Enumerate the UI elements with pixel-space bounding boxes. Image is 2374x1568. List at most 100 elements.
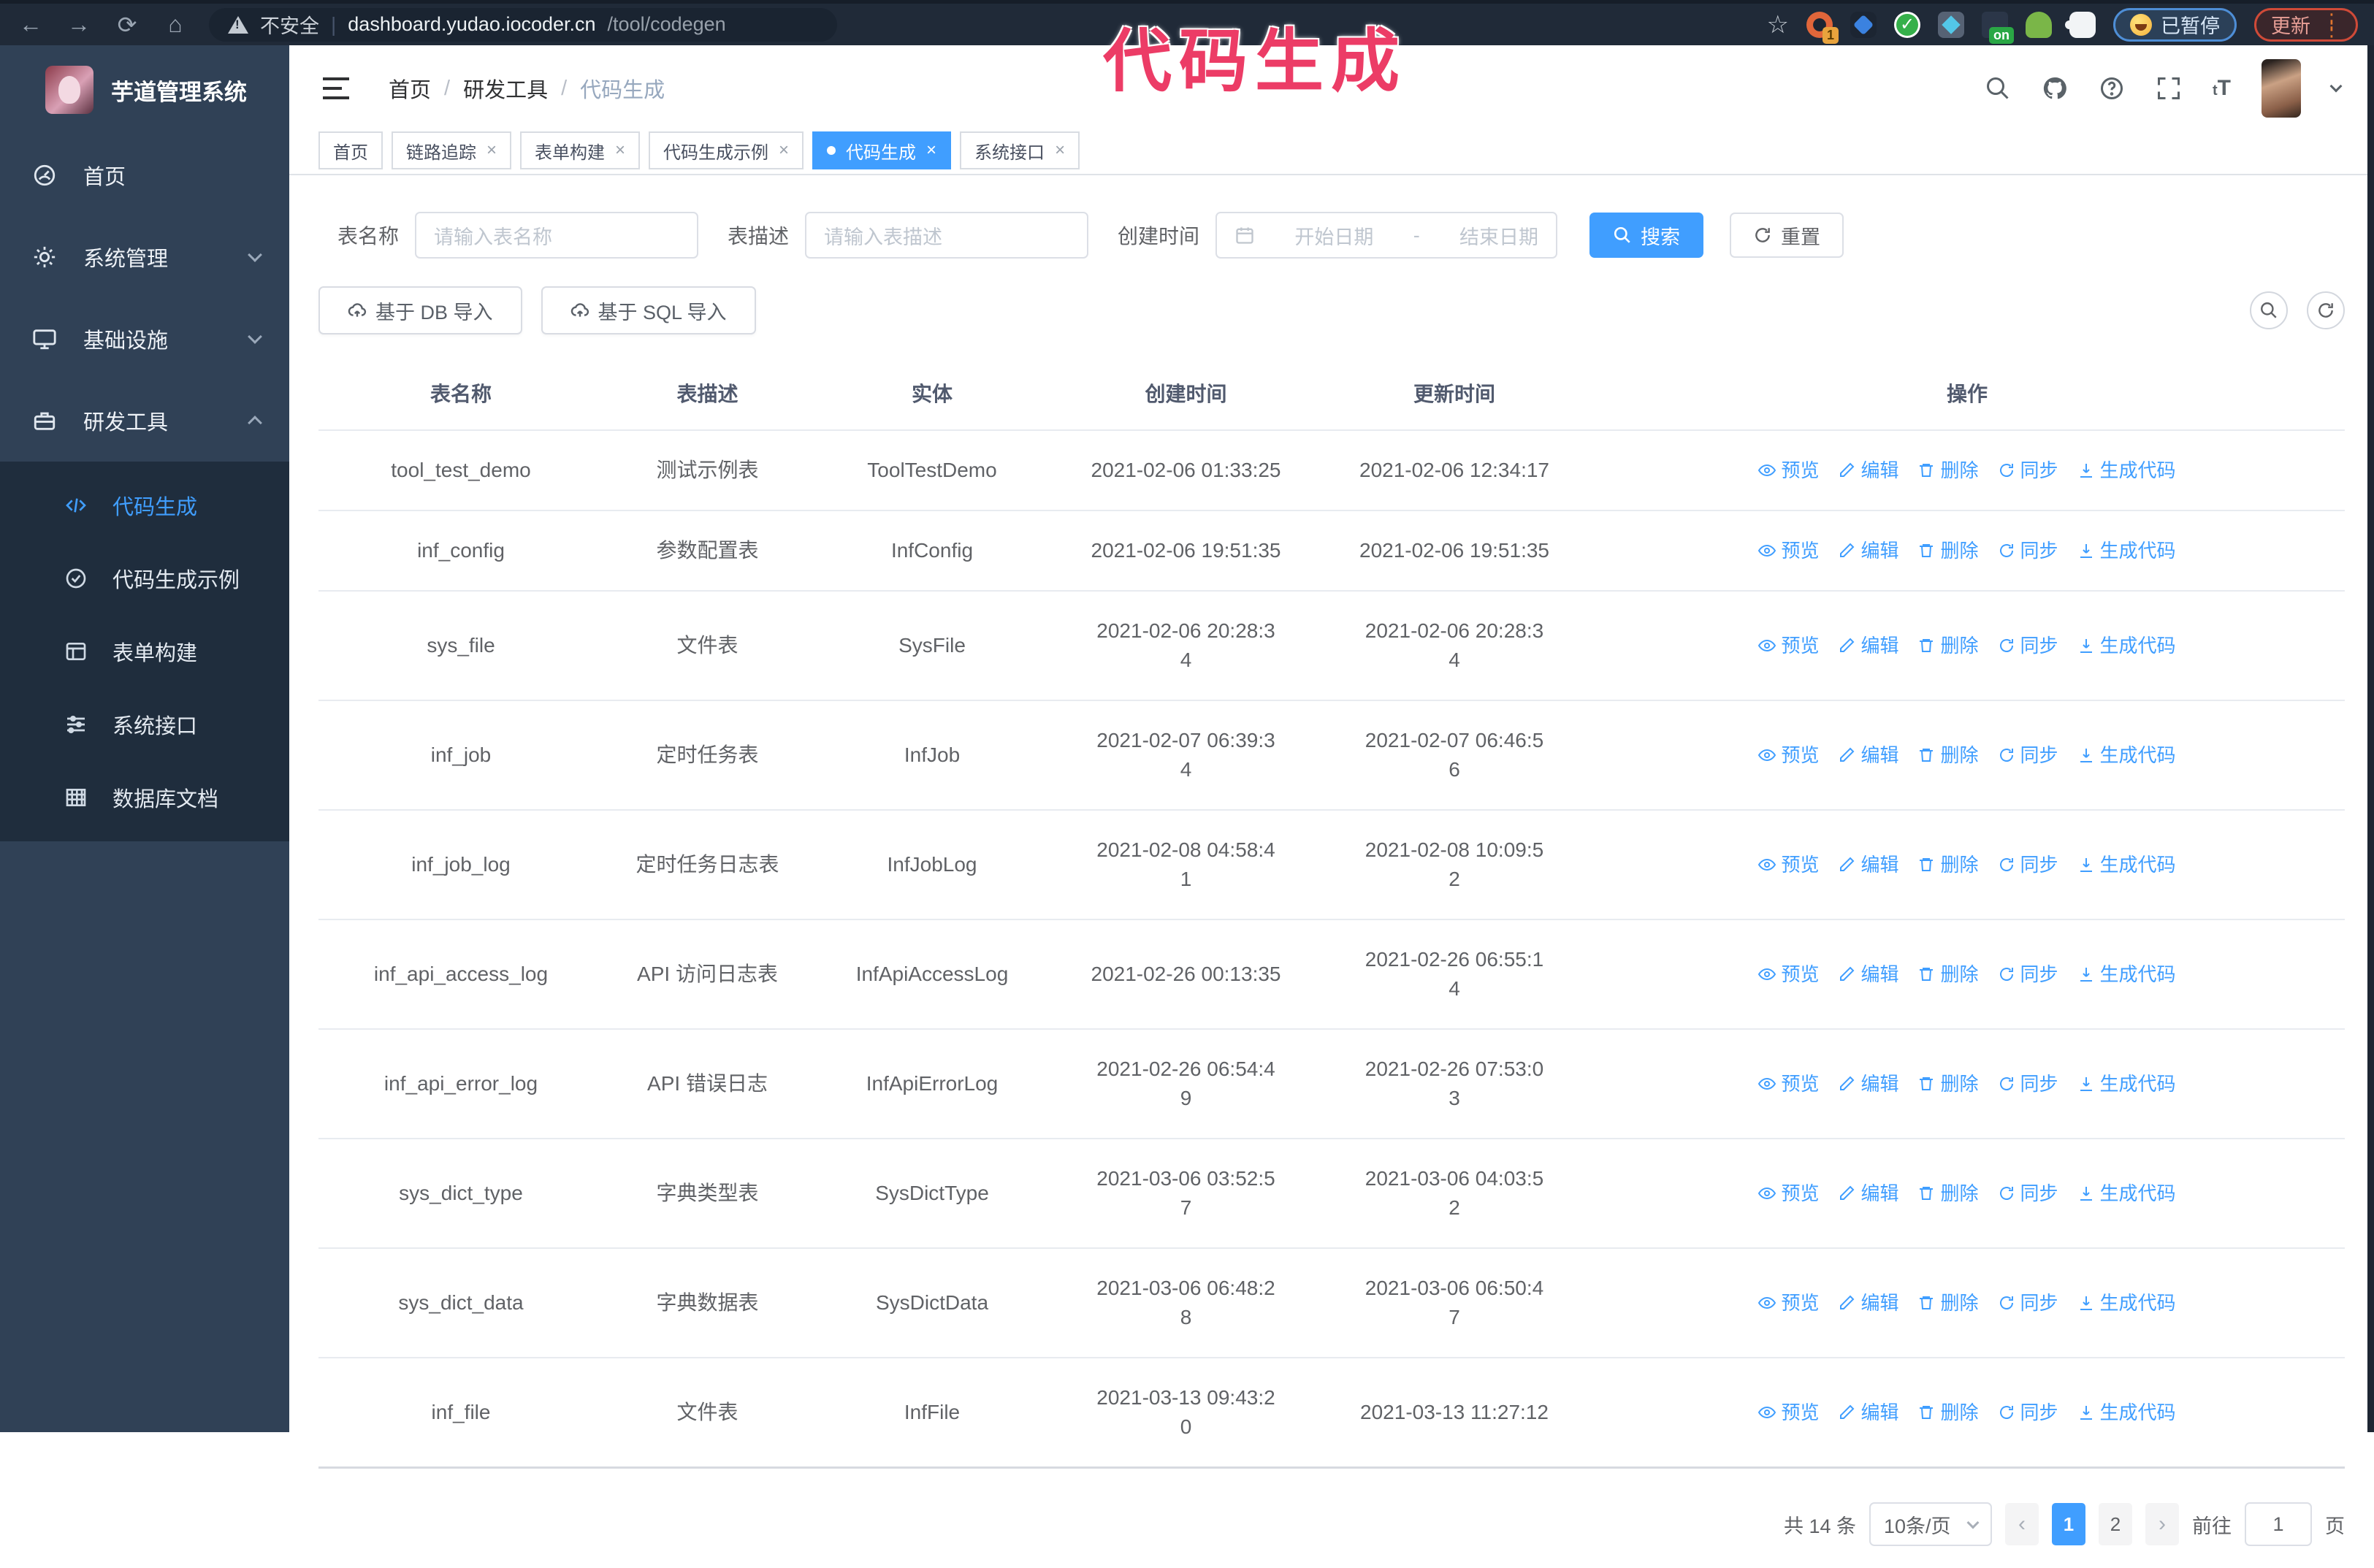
sidebar-item-db-doc[interactable]: 数据库文档 [0,761,289,834]
reset-button[interactable]: 重置 [1730,213,1844,258]
delete-link[interactable]: 删除 [1917,1288,1979,1317]
edit-link[interactable]: 编辑 [1838,1179,1898,1208]
generate-code-link[interactable]: 生成代码 [2077,536,2176,565]
generate-code-link[interactable]: 生成代码 [2077,1179,2176,1208]
delete-link[interactable]: 删除 [1917,1069,1979,1098]
import-sql-button[interactable]: 基于 SQL 导入 [541,286,756,334]
generate-code-link[interactable]: 生成代码 [2077,741,2176,770]
kebab-menu-icon[interactable]: ⋮ ⋮ [2322,11,2341,39]
preview-link[interactable]: 预览 [1758,536,1819,565]
preview-link[interactable]: 预览 [1758,1069,1819,1098]
extension-icon[interactable] [1894,11,1920,38]
breadcrumb-home[interactable]: 首页 [389,73,431,104]
forward-icon[interactable]: → [64,11,93,38]
preview-link[interactable]: 预览 [1758,631,1819,660]
sync-link[interactable]: 同步 [1998,1069,2058,1098]
table-name-input[interactable]: 请输入表名称 [415,212,699,259]
generate-code-link[interactable]: 生成代码 [2077,1069,2176,1098]
sidebar-item-system-api[interactable]: 系统接口 [0,688,289,761]
generate-code-link[interactable]: 生成代码 [2077,631,2176,660]
sync-link[interactable]: 同步 [1998,1398,2058,1427]
next-page-button[interactable]: › [2145,1503,2179,1545]
sidebar-item-home[interactable]: 首页 [0,134,289,216]
prev-page-button[interactable]: ‹ [2005,1503,2039,1545]
page-size-select[interactable]: 10条/页 [1869,1502,1992,1546]
puzzle-extensions-icon[interactable] [2065,11,2096,38]
close-icon[interactable]: × [486,140,497,161]
generate-code-link[interactable]: 生成代码 [2077,1288,2176,1317]
extension-icon[interactable]: 1 [1806,11,1839,44]
tab-tracing[interactable]: 链路追踪 × [392,131,512,169]
edit-link[interactable]: 编辑 [1838,631,1898,660]
delete-link[interactable]: 删除 [1917,536,1979,565]
close-icon[interactable]: × [926,140,936,161]
page-button-2[interactable]: 2 [2099,1503,2132,1545]
extension-icon[interactable] [1850,11,1877,38]
close-icon[interactable]: × [615,140,625,161]
sidebar-item-infra[interactable]: 基础设施 [0,298,289,380]
edit-link[interactable]: 编辑 [1838,536,1898,565]
delete-link[interactable]: 删除 [1917,850,1979,879]
app-logo[interactable]: 芋道管理系统 [0,45,289,134]
edit-link[interactable]: 编辑 [1838,1069,1898,1098]
paused-profile-badge[interactable]: 已暂停 [2113,7,2237,42]
search-icon[interactable] [1985,75,2011,102]
browser-update-button[interactable]: 更新 ⋮ ⋮ [2254,7,2358,42]
generate-code-link[interactable]: 生成代码 [2077,1398,2176,1427]
tab-home[interactable]: 首页 [318,131,383,169]
sync-link[interactable]: 同步 [1998,960,2058,989]
preview-link[interactable]: 预览 [1758,741,1819,770]
back-icon[interactable]: ← [16,11,45,38]
delete-link[interactable]: 删除 [1917,741,1979,770]
extension-icon[interactable] [1938,11,1964,38]
delete-link[interactable]: 删除 [1917,960,1979,989]
generate-code-link[interactable]: 生成代码 [2077,456,2176,485]
edit-link[interactable]: 编辑 [1838,1288,1898,1317]
breadcrumb-devtools[interactable]: 研发工具 [463,73,548,104]
help-icon[interactable] [2099,75,2125,102]
date-range-input[interactable]: 开始日期 - 结束日期 [1215,212,1558,259]
page-button-1[interactable]: 1 [2052,1503,2085,1545]
edit-link[interactable]: 编辑 [1838,456,1898,485]
bookmark-star-icon[interactable]: ☆ [1767,10,1789,39]
tab-system-api[interactable]: 系统接口 × [960,131,1080,169]
delete-link[interactable]: 删除 [1917,456,1979,485]
font-size-icon[interactable]: tT [2213,76,2231,101]
tab-form-builder[interactable]: 表单构建 × [520,131,641,169]
extension-icon[interactable] [2026,11,2052,38]
sidebar-item-codegen-example[interactable]: 代码生成示例 [0,542,289,615]
github-icon[interactable] [2042,75,2068,102]
goto-page-input[interactable]: 1 [2245,1502,2312,1546]
sidebar-item-system[interactable]: 系统管理 [0,216,289,298]
user-menu-caret-icon[interactable] [2329,80,2343,93]
refresh-table-button[interactable] [2307,291,2345,329]
sidebar-item-codegen[interactable]: 代码生成 [0,469,289,542]
edit-link[interactable]: 编辑 [1838,1398,1898,1427]
edit-link[interactable]: 编辑 [1838,960,1898,989]
tab-codegen[interactable]: 代码生成 × [812,131,952,169]
reload-icon[interactable]: ⟳ [112,11,142,39]
preview-link[interactable]: 预览 [1758,1179,1819,1208]
sync-link[interactable]: 同步 [1998,456,2058,485]
sync-link[interactable]: 同步 [1998,631,2058,660]
toggle-search-button[interactable] [2250,291,2288,329]
sync-link[interactable]: 同步 [1998,1179,2058,1208]
sync-link[interactable]: 同步 [1998,850,2058,879]
user-avatar[interactable] [2262,59,2301,118]
sync-link[interactable]: 同步 [1998,536,2058,565]
tab-codegen-example[interactable]: 代码生成示例 × [649,131,804,169]
address-bar[interactable]: 不安全 | dashboard.yudao.iocoder.cn/tool/co… [209,7,837,42]
sync-link[interactable]: 同步 [1998,1288,2058,1317]
close-icon[interactable]: × [1055,140,1065,161]
preview-link[interactable]: 预览 [1758,456,1819,485]
extension-icon[interactable]: on [1982,11,2014,44]
preview-link[interactable]: 预览 [1758,960,1819,989]
sync-link[interactable]: 同步 [1998,741,2058,770]
sidebar-item-form-builder[interactable]: 表单构建 [0,615,289,688]
generate-code-link[interactable]: 生成代码 [2077,960,2176,989]
sidebar-collapse-icon[interactable] [323,77,349,99]
preview-link[interactable]: 预览 [1758,850,1819,879]
generate-code-link[interactable]: 生成代码 [2077,850,2176,879]
sidebar-item-devtools[interactable]: 研发工具 [0,380,289,462]
edit-link[interactable]: 编辑 [1838,741,1898,770]
